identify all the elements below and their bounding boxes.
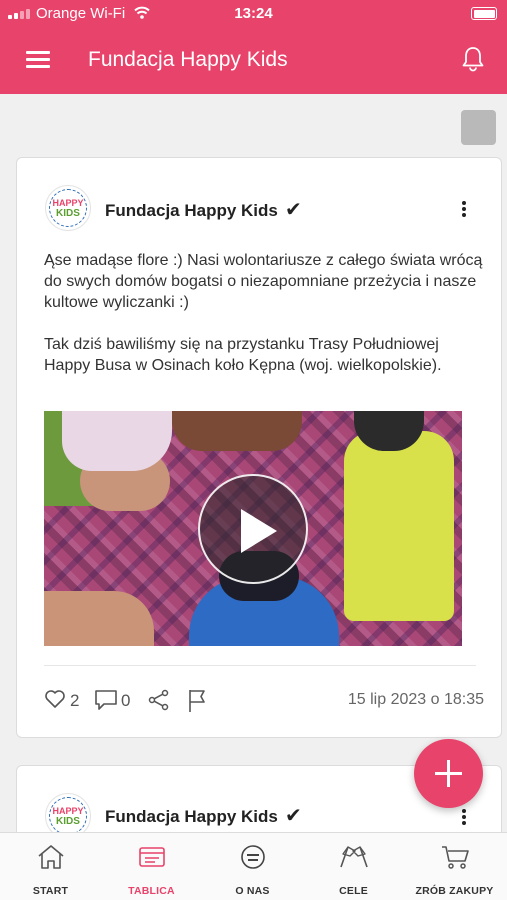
bell-icon[interactable] — [461, 46, 485, 72]
post-author[interactable]: Fundacja Happy Kids — [105, 807, 278, 827]
nav-label: TABLICA — [128, 885, 175, 897]
comment-count: 0 — [121, 691, 131, 710]
video-thumbnail[interactable] — [44, 411, 462, 646]
clock: 13:24 — [234, 5, 273, 22]
happy-kids-icon — [241, 845, 265, 869]
add-post-button[interactable] — [414, 739, 483, 808]
post-paragraph: Tak dziś bawiliśmy się na przystanku Tra… — [44, 336, 442, 374]
share-icon[interactable] — [148, 689, 170, 711]
page-title: Fundacja Happy Kids — [88, 48, 288, 71]
flag-icon[interactable] — [187, 689, 207, 713]
post-card: HAPPY KIDS Fundacja Happy Kids ✔ Ąse mad… — [16, 157, 502, 738]
nav-zrob-zakupy[interactable]: ZRÓB ZAKUPY — [404, 833, 505, 900]
post-paragraph: Ąse madąse flore :) Nasi wolontariusze z… — [44, 252, 483, 311]
nav-label: ZRÓB ZAKUPY — [415, 885, 494, 897]
verified-icon: ✔ — [285, 805, 302, 827]
filter-toggle[interactable] — [461, 110, 496, 145]
heart-icon[interactable] — [44, 689, 66, 709]
more-options-icon[interactable] — [457, 808, 471, 826]
flags-icon — [340, 846, 368, 868]
divider — [44, 665, 476, 666]
verified-icon: ✔ — [285, 199, 302, 221]
nav-tablica[interactable]: TABLICA — [101, 833, 202, 900]
nav-start[interactable]: START — [0, 833, 101, 900]
board-icon — [139, 847, 165, 867]
more-options-icon[interactable] — [457, 200, 471, 218]
play-icon[interactable] — [198, 474, 308, 584]
bottom-navigation: START TABLICA O NAS CELE ZRÓB ZAKUPY — [0, 832, 507, 900]
comment-icon[interactable] — [94, 689, 118, 711]
nav-cele[interactable]: CELE — [303, 833, 404, 900]
post-actions: 2 0 15 lip 2023 o 18:35 — [44, 688, 484, 714]
nav-label: START — [32, 885, 69, 897]
cart-icon — [442, 846, 469, 869]
nav-label: CELE — [339, 885, 368, 897]
like-count: 2 — [70, 691, 80, 710]
home-icon — [38, 845, 64, 869]
app-header: Fundacja Happy Kids — [0, 26, 507, 94]
post-body: Ąse madąse flore :) Nasi wolontariusze z… — [44, 250, 484, 397]
post-author[interactable]: Fundacja Happy Kids — [105, 201, 278, 221]
author-avatar: HAPPY KIDS — [45, 185, 91, 231]
battery-icon — [471, 7, 497, 20]
nav-o-nas[interactable]: O NAS — [202, 833, 303, 900]
post-date: 15 lip 2023 o 18:35 — [347, 691, 484, 708]
nav-label: O NAS — [235, 885, 270, 897]
status-bar: Orange Wi-Fi 13:24 — [0, 0, 507, 26]
hamburger-menu-icon[interactable] — [26, 49, 50, 69]
